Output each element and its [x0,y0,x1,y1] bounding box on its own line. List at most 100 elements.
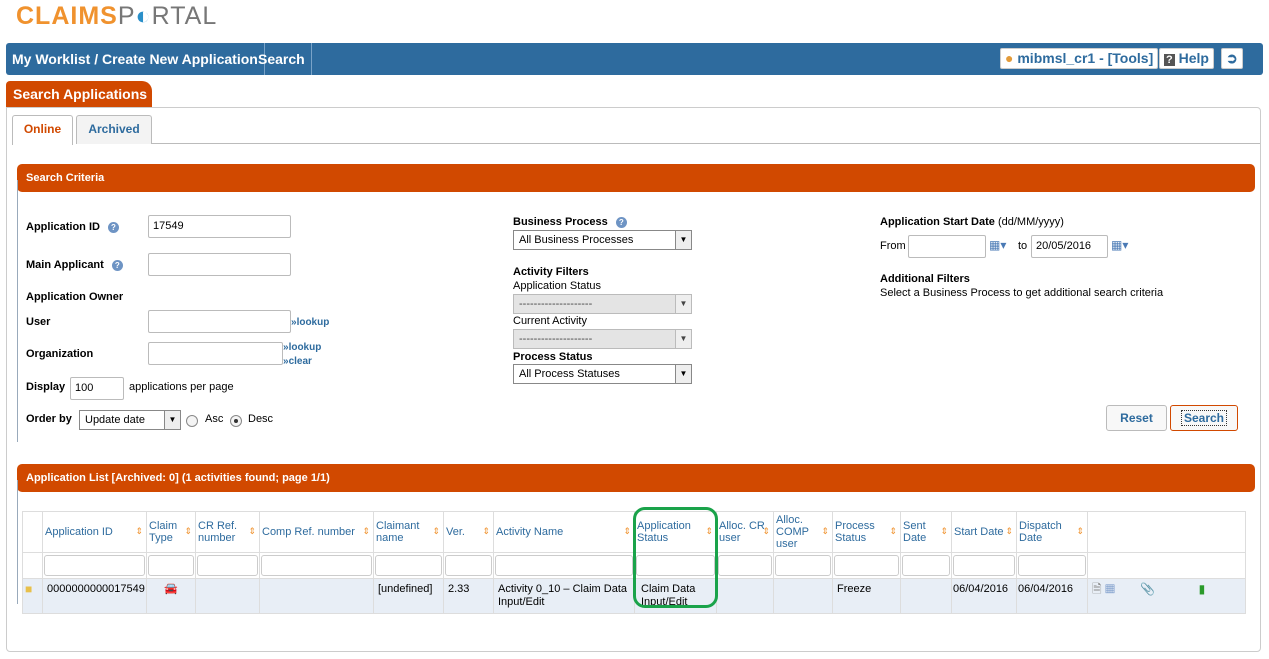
chevron-down-icon: ▼ [675,231,691,249]
filter-input[interactable] [495,555,633,576]
col-sent-date[interactable]: Sent Date ⇕ [900,511,952,553]
grid-icon[interactable]: ▦ [1105,582,1115,596]
display-label: Display [26,381,66,393]
application-owner-label: Application Owner [26,291,124,303]
calendar-icon[interactable]: ▦▾ [989,238,1011,254]
col-activity-name[interactable]: Activity Name ⇕ [493,511,635,553]
lock-icon[interactable]: ▮ [1199,582,1206,596]
main-applicant-input[interactable] [148,253,291,276]
start-date-label: Application Start Date (dd/MM/yyyy) [880,216,1064,228]
col-cr-ref[interactable]: CR Ref. number ⇕ [195,511,260,553]
user-input[interactable] [148,310,291,333]
asc-radio[interactable] [186,415,198,427]
col-icon [22,511,43,553]
chevron-down-icon: ▼ [164,411,180,429]
filter-input[interactable] [44,555,145,576]
desc-radio[interactable] [230,415,242,427]
col-alloc-comp[interactable]: Alloc. COMP user ⇕ [773,511,833,553]
filter-input[interactable] [445,555,492,576]
help-button[interactable]: ? Help [1159,48,1214,69]
sort-icon: ⇕ [248,526,256,536]
activity-filters-label: Activity Filters [513,266,589,278]
col-actions [1087,511,1246,553]
sort-icon: ⇕ [432,526,440,536]
tab-archived[interactable]: Archived [76,115,152,144]
to-date-input[interactable]: 20/05/2016 [1031,235,1108,258]
col-process-status[interactable]: Process Status ⇕ [832,511,901,553]
per-page-label: applications per page [129,381,234,393]
nav-worklist[interactable]: My Worklist / Create New Application [6,43,265,75]
user-lookup-link[interactable]: »lookup [291,317,329,328]
main-applicant-label: Main Applicant? [26,259,123,271]
filter-input[interactable] [148,555,194,576]
organization-input[interactable] [148,342,283,365]
help-icon[interactable]: ? [107,221,119,233]
app-status-select[interactable]: -------------------- ▼ [513,294,692,314]
sort-icon: ⇕ [821,526,829,536]
business-process-select[interactable]: All Business Processes ▼ [513,230,692,250]
filter-input[interactable] [261,555,372,576]
tab-online[interactable]: Online [12,115,73,145]
application-list-header: Application List [Archived: 0] (1 activi… [17,464,1255,492]
col-comp-ref[interactable]: Comp Ref. number ⇕ [259,511,374,553]
filter-input[interactable] [953,555,1015,576]
filter-input[interactable] [718,555,772,576]
current-activity-label: Current Activity [513,315,587,327]
claims-portal-logo: CLAIMSP◐RTAL [16,2,218,30]
car-icon: 🚘 [146,578,196,614]
document-icon[interactable]: 🗎 [1092,582,1102,596]
sort-icon: ⇕ [362,526,370,536]
folder-icon[interactable]: ■ [25,582,32,596]
sort-icon: ⇕ [135,526,143,536]
help-icon: ? [1164,54,1175,66]
app-status-label: Application Status [513,280,602,292]
nav-search[interactable]: Search [252,43,312,75]
chevron-down-icon: ▼ [675,365,691,383]
org-lookup-link[interactable]: »lookup [283,342,321,353]
sort-icon: ⇕ [1005,526,1013,536]
search-button[interactable]: Search [1170,405,1238,431]
col-ver[interactable]: Ver. ⇕ [443,511,494,553]
user-icon: ● [1005,50,1014,66]
col-claimant[interactable]: Claimant name ⇕ [373,511,444,553]
business-process-label: Business Process? [513,216,627,228]
reset-button[interactable]: Reset [1106,405,1167,431]
col-application-id[interactable]: Application ID ⇕ [42,511,147,553]
filter-input[interactable] [1018,555,1086,576]
logout-icon[interactable]: ➲ [1221,48,1243,69]
org-clear-link[interactable]: »clear [283,356,312,367]
col-alloc-cr[interactable]: Alloc. CR user ⇕ [716,511,774,553]
filter-input[interactable] [775,555,831,576]
to-label: to [1018,240,1028,252]
user-tools-button[interactable]: ● mibmsl_cr1 - [Tools] [1000,48,1159,69]
order-by-select[interactable]: Update date ▼ [79,410,181,430]
tab-divider [152,143,1260,144]
calendar-icon[interactable]: ▦▾ [1111,238,1133,254]
col-dispatch-date[interactable]: Dispatch Date ⇕ [1016,511,1088,553]
sort-icon: ⇕ [889,526,897,536]
from-date-input[interactable] [908,235,986,258]
col-start-date[interactable]: Start Date ⇕ [951,511,1017,553]
display-count-input[interactable]: 100 [70,377,124,400]
help-icon[interactable]: ? [615,216,627,228]
filter-input[interactable] [834,555,899,576]
filter-input[interactable] [197,555,258,576]
attachment-icon[interactable]: 📎 [1140,582,1155,596]
user-label: User [26,316,51,328]
sort-icon: ⇕ [940,526,948,536]
order-by-label: Order by [26,413,72,425]
filter-input[interactable] [375,555,442,576]
fieldset-border [17,480,18,604]
filter-input[interactable] [902,555,950,576]
chevron-down-icon: ▼ [675,330,691,348]
application-id-label: Application ID? [26,221,119,233]
current-activity-select[interactable]: -------------------- ▼ [513,329,692,349]
sort-icon: ⇕ [623,526,631,536]
asc-label: Asc [205,413,224,425]
process-status-select[interactable]: All Process Statuses ▼ [513,364,692,384]
col-claim-type[interactable]: Claim Type ⇕ [146,511,196,553]
application-id-input[interactable]: 17549 [148,215,291,238]
top-nav: My Worklist / Create New Application Sea… [6,43,1263,75]
sort-icon: ⇕ [482,526,490,536]
help-icon[interactable]: ? [111,259,123,271]
